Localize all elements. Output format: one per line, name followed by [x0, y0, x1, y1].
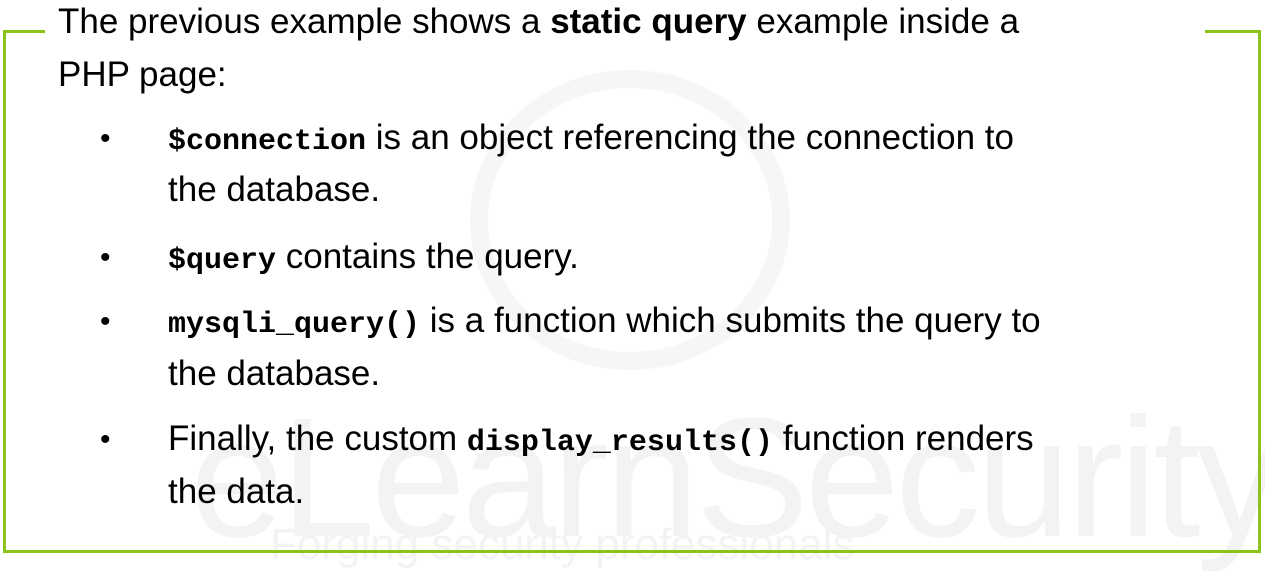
intro-line-2: PHP page:	[58, 55, 227, 94]
bullet-mysqli-query-cont: the database.	[168, 354, 381, 393]
frame-top-right-segment	[1205, 30, 1258, 33]
frame-top-left-segment	[3, 30, 45, 33]
bullet-icon: •	[100, 122, 111, 155]
bullet-mysqli-query: mysqli_query() is a function which submi…	[168, 301, 1041, 342]
bullet-display-results: Finally, the custom display_results() fu…	[168, 419, 1034, 460]
bullet-connection-cont: the database.	[168, 170, 381, 209]
bullet-icon: •	[100, 305, 111, 338]
intro-line-1: The previous example shows a static quer…	[58, 2, 1020, 41]
static-query-emphasis: static query	[550, 2, 747, 41]
bullet-connection: $connection is an object referencing the…	[168, 118, 1014, 159]
bullet-query: $query contains the query.	[168, 237, 579, 278]
bullet-display-results-cont: the data.	[168, 472, 305, 511]
bullet-icon: •	[100, 423, 111, 456]
bullet-icon: •	[100, 241, 111, 274]
